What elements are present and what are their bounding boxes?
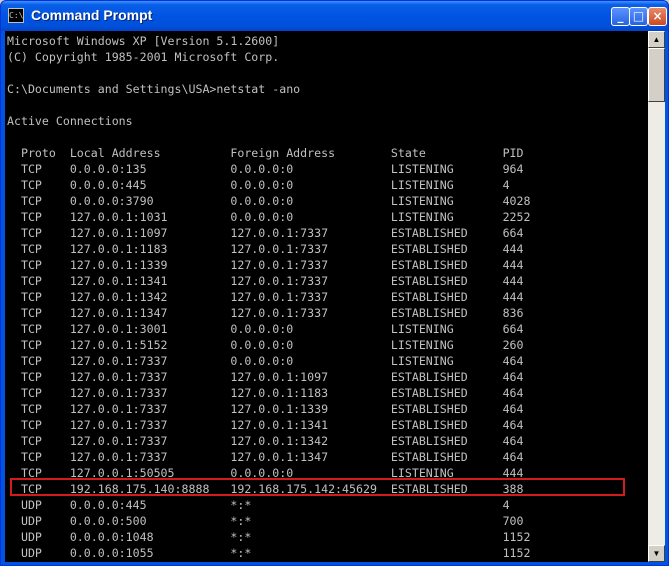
scroll-thumb[interactable] [648,48,665,102]
console-line: (C) Copyright 1985-2001 Microsoft Corp. [7,50,280,64]
table-row: UDP 0.0.0.0:500 *:* 700 [7,514,524,528]
minimize-button[interactable]: _ [611,7,630,26]
table-row: TCP 127.0.0.1:7337 127.0.0.1:1342 ESTABL… [7,434,524,448]
table-row: TCP 127.0.0.1:7337 127.0.0.1:1097 ESTABL… [7,370,524,384]
console-area[interactable]: Microsoft Windows XP [Version 5.1.2600] (… [5,31,648,562]
scroll-down-arrow-icon[interactable]: ▼ [648,545,665,562]
window-title: Command Prompt [31,7,153,23]
table-row: TCP 127.0.0.1:1183 127.0.0.1:7337 ESTABL… [7,242,524,256]
table-row: TCP 127.0.0.1:7337 127.0.0.1:1339 ESTABL… [7,402,524,416]
table-row: TCP 127.0.0.1:1347 127.0.0.1:7337 ESTABL… [7,306,524,320]
section-heading: Active Connections [7,114,133,128]
table-row: UDP 0.0.0.0:1048 *:* 1152 [7,530,531,544]
table-row: UDP 0.0.0.0:445 *:* 4 [7,498,510,512]
table-row: TCP 0.0.0.0:445 0.0.0.0:0 LISTENING 4 [7,178,510,192]
highlight-box [10,478,625,496]
table-row: TCP 127.0.0.1:1097 127.0.0.1:7337 ESTABL… [7,226,524,240]
table-row: TCP 127.0.0.1:1342 127.0.0.1:7337 ESTABL… [7,290,524,304]
scroll-up-arrow-icon[interactable]: ▲ [648,31,665,48]
close-button[interactable]: × [648,7,667,26]
table-row: UDP 0.0.0.0:1055 *:* 1152 [7,546,531,560]
vertical-scrollbar[interactable]: ▲ ▼ [648,31,665,562]
command-prompt-window: C:\ Command Prompt _ □ × Microsoft Windo… [0,0,669,566]
table-row: TCP 127.0.0.1:5152 0.0.0.0:0 LISTENING 2… [7,338,524,352]
table-row: TCP 127.0.0.1:7337 0.0.0.0:0 LISTENING 4… [7,354,524,368]
table-row: TCP 127.0.0.1:1341 127.0.0.1:7337 ESTABL… [7,274,524,288]
table-row: TCP 127.0.0.1:1031 0.0.0.0:0 LISTENING 2… [7,210,531,224]
table-row: TCP 127.0.0.1:7337 127.0.0.1:1341 ESTABL… [7,418,524,432]
title-bar[interactable]: C:\ Command Prompt _ □ × [1,1,668,31]
table-row: TCP 127.0.0.1:1339 127.0.0.1:7337 ESTABL… [7,258,524,272]
command-prompt-icon[interactable]: C:\ [8,8,24,23]
table-row: TCP 0.0.0.0:135 0.0.0.0:0 LISTENING 964 [7,162,524,176]
table-row: TCP 127.0.0.1:7337 127.0.0.1:1183 ESTABL… [7,386,524,400]
console-line: Microsoft Windows XP [Version 5.1.2600] [7,34,280,48]
table-row: TCP 127.0.0.1:7337 127.0.0.1:1347 ESTABL… [7,450,524,464]
maximize-button[interactable]: □ [629,7,648,26]
command-line: C:\Documents and Settings\USA>netstat -a… [7,82,301,96]
table-row: TCP 127.0.0.1:3001 0.0.0.0:0 LISTENING 6… [7,322,524,336]
table-row: TCP 0.0.0.0:3790 0.0.0.0:0 LISTENING 402… [7,194,531,208]
table-header: Proto Local Address Foreign Address Stat… [7,146,524,160]
